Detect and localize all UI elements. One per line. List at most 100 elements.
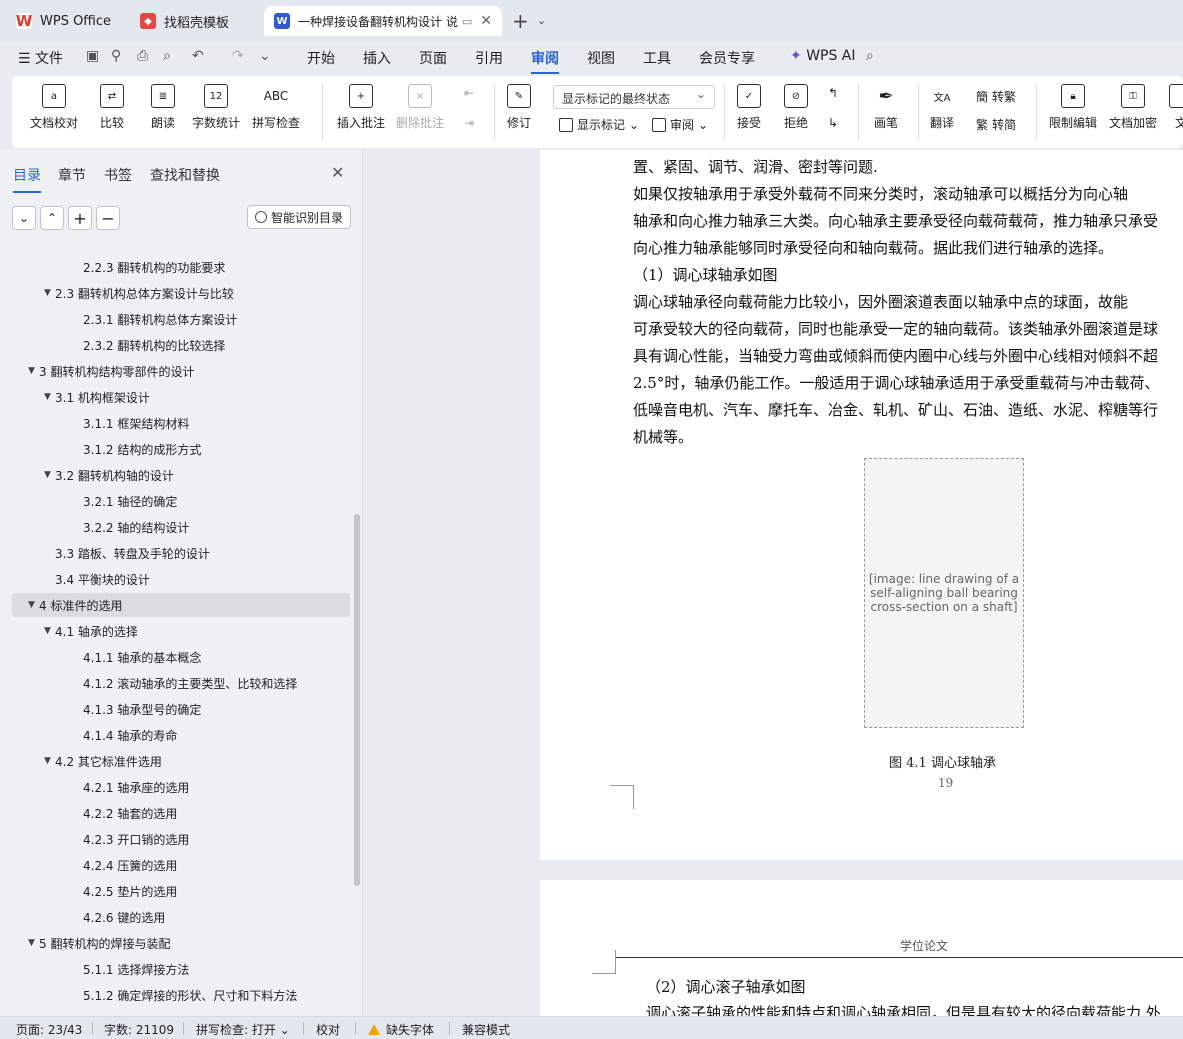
- expand-toggle-icon[interactable]: ▼: [44, 756, 51, 766]
- toc-item[interactable]: 3.2.2 轴的结构设计: [12, 515, 350, 539]
- spell-check-button[interactable]: ABC 拼写检查: [252, 84, 300, 131]
- toc-item[interactable]: ▼ 5 翻转机构的焊接与装配: [12, 931, 350, 955]
- menu-insert[interactable]: 插入: [363, 48, 391, 68]
- close-icon[interactable]: ✕: [331, 163, 344, 182]
- missing-font-status[interactable]: 缺失字体: [368, 1021, 434, 1038]
- toc-item[interactable]: ▼ 4 标准件的选用: [12, 593, 350, 617]
- toc-item[interactable]: ▼ 3.1 机构框架设计: [12, 385, 350, 409]
- next-change-icon[interactable]: ↳: [828, 116, 838, 130]
- prev-change-icon[interactable]: ↰: [828, 86, 838, 100]
- document-page[interactable]: 置、紧固、调节、润滑、密封等问题. 如果仅按轴承用于承受外载荷不同来分类时，滚动…: [540, 150, 1183, 860]
- expand-toggle-icon[interactable]: ▼: [44, 626, 51, 636]
- to-simplified-button[interactable]: 繁转简: [976, 116, 1016, 133]
- toc-item[interactable]: 2.2.3 翻转机构的功能要求: [12, 255, 350, 279]
- tab-bookmarks[interactable]: 书签: [104, 165, 132, 185]
- tab-sections[interactable]: 章节: [58, 165, 86, 185]
- to-traditional-button[interactable]: 簡转繁: [976, 88, 1016, 105]
- toc-item[interactable]: 4.2.2 轴套的选用: [12, 801, 350, 825]
- toc-item[interactable]: 4.1.2 滚动轴承的主要类型、比较和选择: [12, 671, 350, 695]
- share-icon[interactable]: ⚲: [111, 48, 121, 64]
- toc-item[interactable]: ▼ 2.3 翻转机构总体方案设计与比较: [12, 281, 350, 305]
- toc-item[interactable]: ▼ 4.1 轴承的选择: [12, 619, 350, 643]
- document-page[interactable]: 学位论文 （2）调心滚子轴承如图 调心滚子轴承的性能和特点和调心轴承相同，但是具…: [540, 880, 1183, 1016]
- compare-button[interactable]: ⇄ 比较: [100, 84, 124, 131]
- expand-toggle-icon[interactable]: ▼: [28, 938, 35, 948]
- translate-button[interactable]: 文A 翻译: [930, 84, 954, 131]
- chevron-down-icon[interactable]: ⌄: [259, 48, 271, 64]
- encrypt-button[interactable]: ⚿ 文档加密: [1109, 84, 1157, 131]
- spell-check-status[interactable]: 拼写检查: 打开 ⌄: [196, 1021, 290, 1038]
- toc-item[interactable]: ▼ 4.2 其它标准件选用: [12, 749, 350, 773]
- restrict-edit-button[interactable]: 🔒︎ 限制编辑: [1049, 84, 1097, 131]
- smart-toc-button[interactable]: 智能识别目录: [247, 205, 351, 229]
- search-icon[interactable]: ⌕: [866, 48, 874, 64]
- word-count-button[interactable]: 12 字数统计: [192, 84, 240, 131]
- expand-toggle-icon[interactable]: ▼: [28, 366, 35, 376]
- expand-toggle-icon[interactable]: ▼: [28, 600, 35, 610]
- toc-item[interactable]: 4.1.3 轴承型号的确定: [12, 697, 350, 721]
- compat-mode-status[interactable]: 兼容模式: [462, 1021, 510, 1038]
- expand-toggle-icon[interactable]: ▼: [44, 470, 51, 480]
- toc-item[interactable]: 4.2.1 轴承座的选用: [12, 775, 350, 799]
- toc-scrollbar[interactable]: [354, 514, 360, 886]
- close-icon[interactable]: ✕: [480, 13, 492, 29]
- toc-item[interactable]: 2.3.2 翻转机构的比较选择: [12, 333, 350, 357]
- print-preview-icon[interactable]: ⌕: [163, 48, 171, 64]
- ink-button[interactable]: ✒ 画笔: [874, 84, 898, 131]
- toc-item[interactable]: 2.3.1 翻转机构总体方案设计: [12, 307, 350, 331]
- menu-tools[interactable]: 工具: [643, 48, 671, 68]
- remove-heading-button[interactable]: −: [96, 206, 120, 230]
- menu-page[interactable]: 页面: [419, 48, 447, 68]
- menu-review[interactable]: 审阅: [531, 48, 559, 74]
- more-ribbon-button[interactable]: 文: [1169, 84, 1183, 131]
- toc-item[interactable]: 5.1.1 选择焊接方法: [12, 957, 350, 981]
- toc-item[interactable]: 3.1.2 结构的成形方式: [12, 437, 350, 461]
- toc-item[interactable]: ▼ 3 翻转机构结构零部件的设计: [12, 359, 350, 383]
- new-tab-icon[interactable]: +: [512, 9, 529, 33]
- menu-file[interactable]: ☰ 文件: [18, 48, 63, 68]
- markup-state-select[interactable]: 显示标记的最终状态: [553, 85, 715, 109]
- toc-item[interactable]: 3.3 踏板、转盘及手轮的设计: [12, 541, 350, 565]
- toc-item[interactable]: 3.1.1 框架结构材料: [12, 411, 350, 435]
- page-indicator[interactable]: 页面: 23/43: [16, 1021, 82, 1038]
- expand-toggle-icon[interactable]: ▼: [44, 392, 51, 402]
- tab-wps-office[interactable]: W WPS Office: [6, 6, 124, 36]
- prev-comment-icon[interactable]: ⇤: [464, 86, 474, 100]
- proofread-status[interactable]: 校对: [316, 1021, 340, 1038]
- redo-icon[interactable]: ↷: [232, 48, 244, 64]
- toc-item[interactable]: 4.1.1 轴承的基本概念: [12, 645, 350, 669]
- save-icon[interactable]: ▣: [86, 48, 99, 64]
- toc-item[interactable]: 3.4 平衡块的设计: [12, 567, 350, 591]
- print-icon[interactable]: ⎙: [137, 48, 148, 64]
- delete-comment-button[interactable]: × 删除批注: [396, 84, 444, 131]
- reject-button[interactable]: ⊘ 拒绝: [784, 84, 808, 131]
- doc-check-button[interactable]: a 文档校对: [30, 84, 78, 131]
- menu-references[interactable]: 引用: [475, 48, 503, 68]
- expand-down-button[interactable]: ⌄: [12, 206, 36, 230]
- next-comment-icon[interactable]: ⇥: [464, 116, 474, 130]
- toc-item[interactable]: 5.1.2 确定焊接的形状、尺寸和下料方法: [12, 983, 350, 1007]
- tab-document[interactable]: W 一种焊接设备翻转机构设计 说 ▭ ✕: [264, 6, 502, 36]
- collapse-up-button[interactable]: ⌃: [40, 206, 64, 230]
- tab-find-replace[interactable]: 查找和替换: [150, 165, 220, 185]
- word-count-indicator[interactable]: 字数: 21109: [104, 1021, 174, 1038]
- toc-item[interactable]: ▼ 3.2 翻转机构轴的设计: [12, 463, 350, 487]
- revise-button[interactable]: ✎ 修订: [507, 84, 531, 131]
- accept-button[interactable]: ✓ 接受: [737, 84, 761, 131]
- toc-item[interactable]: 4.2.4 压簧的选用: [12, 853, 350, 877]
- chevron-down-icon[interactable]: ⌄: [537, 14, 546, 27]
- add-heading-button[interactable]: +: [68, 206, 92, 230]
- insert-comment-button[interactable]: + 插入批注: [337, 84, 385, 131]
- toc-item[interactable]: 4.2.6 键的选用: [12, 905, 350, 929]
- menu-home[interactable]: 开始: [307, 48, 335, 68]
- toc-item[interactable]: 4.1.4 轴承的寿命: [12, 723, 350, 747]
- tab-docer[interactable]: ◆ 找稻壳模板: [130, 6, 258, 36]
- menu-wps-ai[interactable]: ✦ WPS AI: [790, 48, 856, 64]
- menu-member[interactable]: 会员专享: [699, 48, 755, 68]
- menu-view[interactable]: 视图: [587, 48, 615, 68]
- read-aloud-button[interactable]: ≣ 朗读: [151, 84, 175, 131]
- tab-toc[interactable]: 目录: [13, 165, 41, 193]
- toc-item[interactable]: 4.2.5 垫片的选用: [12, 879, 350, 903]
- undo-icon[interactable]: ↶: [192, 48, 204, 64]
- toc-item[interactable]: 3.2.1 轴径的确定: [12, 489, 350, 513]
